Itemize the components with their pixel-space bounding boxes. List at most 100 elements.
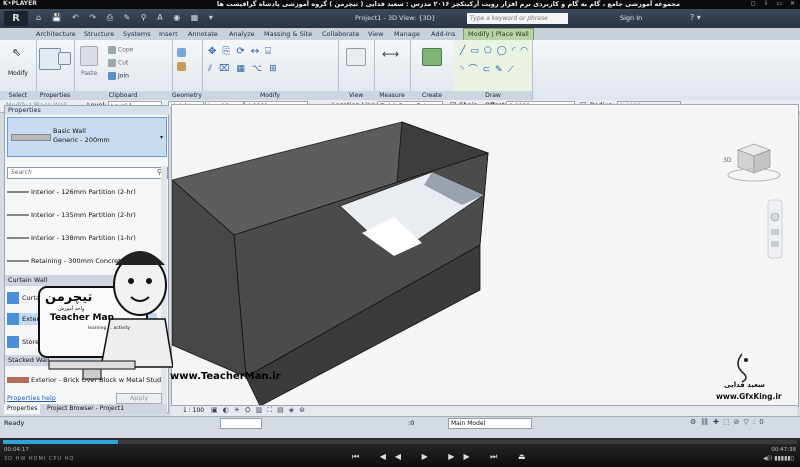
geometry-icon[interactable]	[177, 48, 186, 57]
join-button[interactable]: Join	[108, 72, 129, 80]
building-model	[172, 121, 783, 406]
view-scale[interactable]: 1 : 100	[183, 407, 204, 414]
create-group-icon[interactable]	[422, 48, 442, 66]
tab-collaborate[interactable]: Collaborate	[318, 29, 363, 40]
modify-button[interactable]: Modify	[8, 70, 28, 77]
tab-annotate[interactable]: Annotate	[184, 29, 222, 40]
cut-button[interactable]: Cut	[108, 59, 128, 67]
playback-buttons[interactable]: ⏮ ◀◀ ▶ ▶▶ ⏭ ⏏	[352, 452, 534, 462]
modify-tools-icons-row2[interactable]: ⫽⌧▦⌥⊞	[208, 64, 284, 74]
paint-icon[interactable]	[177, 62, 186, 71]
status-bar: Ready :0 Main Model ⚙⛓✚⬚⊘▽:0	[0, 416, 800, 430]
3d-viewport[interactable]: 3D	[171, 104, 799, 407]
sign-in-button[interactable]: Sign In	[620, 14, 642, 22]
application-menu-button[interactable]: R	[4, 11, 28, 26]
design-option-select[interactable]: Main Model	[448, 418, 532, 429]
join-icon	[108, 72, 116, 80]
type-properties-icon[interactable]	[58, 52, 71, 65]
panel-label-geometry: Geometry	[172, 91, 202, 100]
logo-en: Teacher Man	[50, 313, 114, 323]
author-name: سعید فدایی	[724, 381, 765, 389]
player-window-controls[interactable]: ◻ ⇩ ▭ ✕	[751, 0, 798, 7]
tab-massing-site[interactable]: Massing & Site	[260, 29, 316, 40]
panel-measure: ⟷ Measure	[374, 40, 411, 100]
properties-footer: Properties help Apply	[4, 393, 167, 404]
teacherman-site: www.TeacherMan.ir	[170, 371, 281, 382]
view-icon[interactable]	[346, 48, 366, 66]
type-search-input[interactable]: Search	[7, 167, 168, 179]
panel-label-measure: Measure	[374, 91, 410, 100]
modify-tools-icons[interactable]: ✥⎘⟳↔⌸	[208, 46, 277, 57]
panel-properties: Properties	[36, 40, 75, 100]
clipboard-icon[interactable]	[80, 46, 98, 66]
player-controls: 00:04:17 00:47:38 3D HW HDMI CPU HQ ⏮ ◀◀…	[0, 438, 800, 467]
viewcube-label: 3D	[723, 157, 732, 164]
player-title-bar: K•PLAYER مجموعه آموزشی جامع ، گام به گام…	[0, 0, 800, 9]
navigation-bar[interactable]	[767, 199, 783, 259]
panel-label-view: View	[338, 91, 374, 100]
selection-count: :0	[408, 419, 415, 427]
panel-label-modify: Modify	[202, 91, 338, 100]
tab-analyze[interactable]: Analyze	[225, 29, 259, 40]
list-item[interactable]: Interior - 126mm Partition (2-hr)	[7, 186, 157, 198]
elapsed-time: 00:04:17	[4, 447, 29, 453]
seek-bar[interactable]	[3, 440, 797, 444]
type-selector[interactable]: Basic Wall Generic - 200mm ▾	[7, 117, 167, 157]
volume-control[interactable]: ◀)) ▮▮▮▮▮▯	[763, 455, 794, 462]
tab-architecture[interactable]: Architecture	[32, 29, 80, 40]
list-item[interactable]: Interior - 135mm Partition (2-hr)	[7, 209, 157, 221]
infocenter-search-input[interactable]: Type a keyword or phrase	[467, 13, 568, 24]
panel-draw: ╱▭⬠◯◜◠ ◝⌒⊂✎⟋ Draw	[454, 40, 533, 100]
panel-label-create: Create	[410, 91, 454, 100]
player-logo: K•PLAYER	[3, 0, 37, 7]
tab-systems[interactable]: Systems	[119, 29, 155, 40]
draw-tools-icons[interactable]: ╱▭⬠◯◜◠	[460, 46, 533, 56]
chevron-down-icon[interactable]: ▾	[160, 134, 163, 141]
panel-geometry: Geometry	[172, 40, 203, 100]
panel-label-properties: Properties	[36, 91, 74, 100]
properties-help-link[interactable]: Properties help	[7, 394, 56, 402]
cope-icon	[108, 46, 116, 54]
quick-access-icons[interactable]: ⌂ 💾 ↶ ↷ ⎙ ✎ ⚲ A ◉ ▦ ▾	[36, 13, 217, 23]
status-text: Ready	[4, 419, 25, 427]
player-video-title: مجموعه آموزشی جامع ، گام به گام و کاربرد…	[216, 0, 680, 8]
workset-field[interactable]	[220, 418, 262, 429]
palette-tabs: Properties Project Browser - Project1	[4, 404, 167, 414]
panel-label-clipboard: Clipboard	[74, 91, 172, 100]
apply-button[interactable]: Apply	[116, 393, 162, 404]
panel-select: ⇖ Modify Select	[0, 40, 37, 100]
measure-icon[interactable]: ⟷	[382, 47, 399, 61]
help-icon[interactable]: ? ▾	[690, 13, 701, 22]
view-control-bar: 1 : 100 ▣◐☀⛭▥⛶▤◈⊛	[171, 405, 797, 416]
panel-clipboard: Paste Cope Cut Join Clipboard	[74, 40, 173, 100]
paste-button[interactable]: Paste	[81, 70, 97, 77]
tab-properties[interactable]: Properties	[4, 404, 41, 414]
tab-project-browser[interactable]: Project Browser - Project1	[44, 404, 127, 414]
view-control-icons[interactable]: ▣◐☀⛭▥⛶▤◈⊛	[211, 406, 310, 415]
teacherman-logo-icon	[38, 251, 173, 380]
type-name: Generic - 200mm	[53, 136, 110, 144]
logo-tagline: learning ... activity	[88, 326, 131, 331]
tab-add-ins[interactable]: Add-Ins	[427, 29, 459, 40]
wall-type-thumbnail	[11, 134, 51, 141]
tab-modify-place-wall[interactable]: Modify | Place Wall	[463, 28, 534, 40]
modify-cursor-icon[interactable]: ⇖	[12, 46, 21, 59]
window-title: Project1 - 3D View: {3D}	[355, 14, 436, 22]
seek-progress	[3, 440, 119, 444]
cope-button[interactable]: Cope	[108, 46, 133, 54]
tab-insert[interactable]: Insert	[155, 29, 182, 40]
gfxking-site: www.GfxKing.ir	[716, 392, 782, 401]
viewcube[interactable]	[727, 143, 781, 182]
quick-access-toolbar: R ⌂ 💾 ↶ ↷ ⎙ ✎ ⚲ A ◉ ▦ ▾ Project1 - 3D Vi…	[0, 9, 800, 28]
tab-structure[interactable]: Structure	[80, 29, 118, 40]
logo-subtitle: واحد آموزش	[58, 306, 85, 312]
panel-label-draw: Draw	[454, 91, 532, 100]
status-filter-icons[interactable]: ⚙⛓✚⬚⊘▽:0	[690, 418, 768, 426]
panel-create: Create	[410, 40, 455, 100]
draw-tools-icons-row2[interactable]: ◝⌒⊂✎⟋	[460, 62, 519, 75]
tab-view[interactable]: View	[364, 29, 387, 40]
logo-fa: تیچرمن	[45, 290, 93, 305]
total-duration: 00:47:38	[771, 447, 796, 453]
player-badges[interactable]: 3D HW HDMI CPU HQ	[4, 456, 74, 462]
tab-manage[interactable]: Manage	[390, 29, 424, 40]
